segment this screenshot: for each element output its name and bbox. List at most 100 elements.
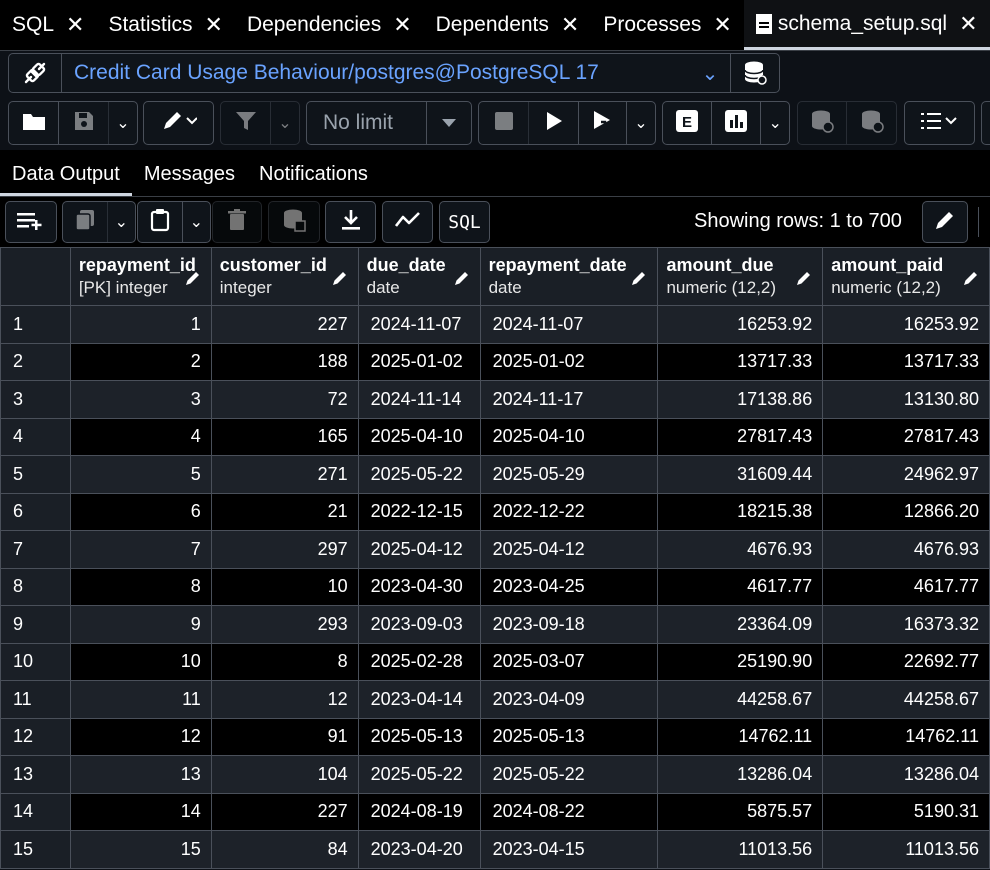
table-cell[interactable]: 4617.77	[657, 567, 824, 606]
save-file-button[interactable]	[59, 102, 109, 144]
table-cell[interactable]: 2025-05-29	[479, 455, 659, 494]
table-cell[interactable]: 2025-03-07	[479, 642, 659, 681]
stop-button[interactable]	[479, 102, 529, 144]
caret-down-icon[interactable]	[427, 102, 471, 144]
explain-options-dropdown[interactable]: ⌄	[761, 102, 789, 144]
table-row[interactable]: 10 10 8 2025-02-28 2025-03-07 25190.90 22692.7…	[0, 642, 990, 681]
table-row[interactable]: 1 1 227 2024-11-07 2024-11-07 16253.92 16253.9…	[0, 305, 990, 344]
table-cell[interactable]: 13717.33	[822, 342, 990, 381]
execute-button[interactable]	[529, 102, 579, 144]
table-cell[interactable]: 11013.56	[657, 830, 824, 869]
table-cell[interactable]: 2025-05-22	[357, 455, 481, 494]
explain-analyze-button[interactable]	[712, 102, 762, 144]
table-cell[interactable]: 10	[69, 642, 212, 681]
connection-title[interactable]: Credit Card Usage Behaviour/postgres@Pos…	[62, 61, 690, 85]
column-header[interactable]: due_date date	[357, 247, 481, 306]
table-cell[interactable]: 11	[69, 680, 212, 719]
delete-row-button[interactable]	[212, 201, 262, 243]
table-cell[interactable]: 188	[210, 342, 359, 381]
add-row-button[interactable]	[5, 201, 57, 243]
table-cell[interactable]: 16373.32	[822, 605, 990, 644]
row-number-cell[interactable]: 15	[0, 830, 71, 869]
tab-dependents[interactable]: Dependents ✕	[424, 0, 592, 50]
column-header[interactable]: repayment_id [PK] integer	[69, 247, 212, 306]
table-cell[interactable]: 4676.93	[822, 530, 990, 569]
table-cell[interactable]: 2023-09-03	[357, 605, 481, 644]
table-cell[interactable]: 18215.38	[657, 492, 824, 531]
paste-options-dropdown[interactable]: ⌄	[183, 202, 210, 242]
paste-button[interactable]	[138, 202, 183, 242]
table-cell[interactable]: 13	[69, 755, 212, 794]
table-cell[interactable]: 10	[210, 567, 359, 606]
table-row[interactable]: 2 2 188 2025-01-02 2025-01-02 13717.33 13717.3…	[0, 342, 990, 381]
table-cell[interactable]: 2023-04-30	[357, 567, 481, 606]
table-cell[interactable]: 91	[210, 717, 359, 756]
row-number-cell[interactable]: 1	[0, 305, 71, 344]
row-limit-value[interactable]: No limit	[307, 102, 427, 144]
table-cell[interactable]: 297	[210, 530, 359, 569]
table-cell[interactable]: 25190.90	[657, 642, 824, 681]
macros-button[interactable]	[904, 101, 975, 145]
table-cell[interactable]: 2024-11-07	[357, 305, 481, 344]
table-cell[interactable]: 4	[69, 417, 212, 456]
row-number-cell[interactable]: 10	[0, 642, 71, 681]
tab-notifications[interactable]: Notifications	[247, 163, 380, 196]
table-cell[interactable]: 2025-04-10	[479, 417, 659, 456]
table-cell[interactable]: 2025-05-22	[479, 755, 659, 794]
row-number-cell[interactable]: 12	[0, 717, 71, 756]
table-cell[interactable]: 5875.57	[657, 792, 824, 831]
edit-icon[interactable]	[185, 270, 201, 291]
table-row[interactable]: 7 7 297 2025-04-12 2025-04-12 4676.93 4676.93	[0, 530, 990, 569]
edit-icon[interactable]	[796, 270, 812, 291]
table-cell[interactable]: 9	[69, 605, 212, 644]
table-cell[interactable]: 12866.20	[822, 492, 990, 531]
table-cell[interactable]: 21	[210, 492, 359, 531]
table-cell[interactable]: 16253.92	[822, 305, 990, 344]
table-cell[interactable]: 2025-04-12	[479, 530, 659, 569]
table-cell[interactable]: 2025-01-02	[357, 342, 481, 381]
table-cell[interactable]: 72	[210, 380, 359, 419]
table-cell[interactable]: 27817.43	[822, 417, 990, 456]
table-cell[interactable]: 27817.43	[657, 417, 824, 456]
row-number-cell[interactable]: 9	[0, 605, 71, 644]
table-cell[interactable]: 12	[69, 717, 212, 756]
tab-data-output[interactable]: Data Output	[0, 163, 132, 196]
table-cell[interactable]: 2025-02-28	[357, 642, 481, 681]
table-cell[interactable]: 104	[210, 755, 359, 794]
tab-messages[interactable]: Messages	[132, 163, 247, 196]
close-icon[interactable]: ✕	[66, 12, 84, 38]
edit-icon[interactable]	[454, 270, 470, 291]
explain-button[interactable]: E	[663, 102, 713, 144]
table-cell[interactable]: 31609.44	[657, 455, 824, 494]
execute-script-button[interactable]	[579, 102, 627, 144]
table-cell[interactable]: 2023-04-25	[479, 567, 659, 606]
row-number-cell[interactable]: 4	[0, 417, 71, 456]
tab-dependencies[interactable]: Dependencies ✕	[235, 0, 424, 50]
table-cell[interactable]: 3	[69, 380, 212, 419]
row-limit-select[interactable]: No limit	[306, 101, 472, 145]
table-cell[interactable]: 2024-08-19	[357, 792, 481, 831]
table-cell[interactable]: 2024-11-14	[357, 380, 481, 419]
tab-statistics[interactable]: Statistics ✕	[96, 0, 234, 50]
table-cell[interactable]: 165	[210, 417, 359, 456]
table-cell[interactable]: 13717.33	[657, 342, 824, 381]
table-cell[interactable]: 2024-11-07	[479, 305, 659, 344]
close-icon[interactable]: ✕	[959, 11, 977, 37]
database-icon[interactable]	[730, 54, 779, 92]
table-cell[interactable]: 14762.11	[657, 717, 824, 756]
edit-icon[interactable]	[332, 270, 348, 291]
close-icon[interactable]: ✕	[561, 12, 579, 38]
table-cell[interactable]: 44258.67	[657, 680, 824, 719]
table-cell[interactable]: 15	[69, 830, 212, 869]
table-cell[interactable]: 2022-12-22	[479, 492, 659, 531]
row-number-cell[interactable]: 13	[0, 755, 71, 794]
table-cell[interactable]: 14	[69, 792, 212, 831]
table-row[interactable]: 8 8 10 2023-04-30 2023-04-25 4617.77 4617.77	[0, 567, 990, 606]
connection-selector[interactable]: Credit Card Usage Behaviour/postgres@Pos…	[8, 53, 780, 93]
column-header[interactable]: repayment_date date	[479, 247, 659, 306]
table-row[interactable]: 9 9 293 2023-09-03 2023-09-18 23364.09 16373.3…	[0, 605, 990, 644]
graph-visualiser-button[interactable]	[382, 201, 433, 243]
table-cell[interactable]: 4617.77	[822, 567, 990, 606]
tab-schema-setup[interactable]: schema_setup.sql ✕	[743, 0, 990, 50]
save-data-button[interactable]	[268, 201, 320, 243]
